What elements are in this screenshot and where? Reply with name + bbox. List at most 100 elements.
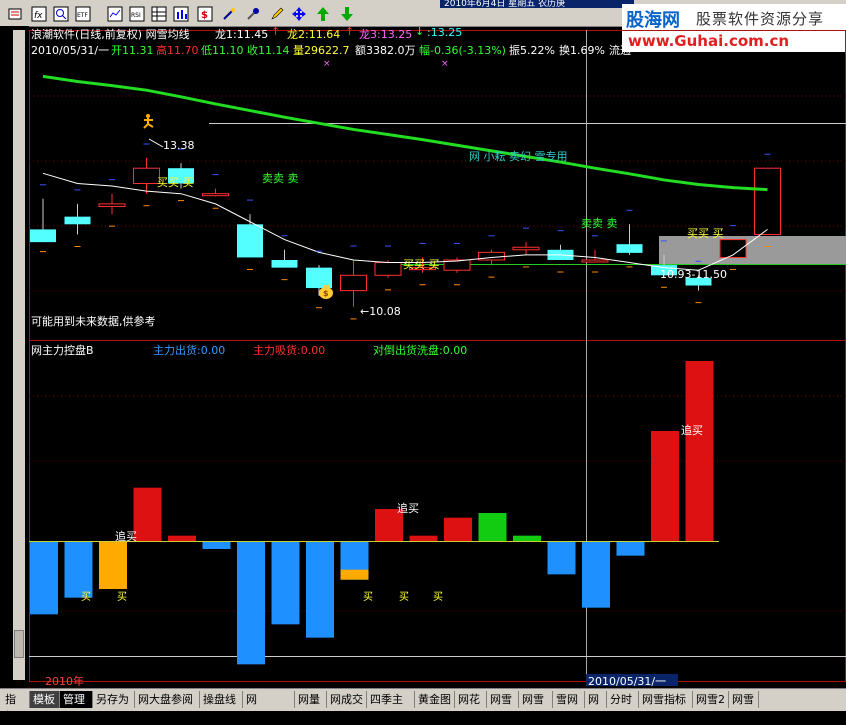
indicator-bar-red: [409, 535, 438, 541]
wand-icon[interactable]: [218, 3, 240, 25]
candle-body-up: [754, 167, 781, 235]
low-price-label: ←10.08: [360, 305, 401, 318]
indicator-bar-blue: [547, 541, 576, 575]
long1-label: 龙1:11.45: [215, 28, 269, 41]
sell-icon[interactable]: $: [194, 3, 216, 25]
tab-4[interactable]: 网大盘参阅: [135, 691, 200, 708]
tab-2[interactable]: 管理: [60, 691, 93, 708]
indicator-bar-red: [685, 361, 714, 541]
long2-label: 龙2:11.64: [287, 28, 341, 41]
date-bar: 2010年6月4日 星期五 农历庚: [440, 0, 634, 8]
pen-icon[interactable]: [266, 3, 288, 25]
tab-14[interactable]: 雪网: [553, 691, 585, 708]
move-icon[interactable]: [288, 3, 310, 25]
buy-small-2: 买: [117, 591, 127, 603]
indicator-bar-blue: [616, 541, 645, 556]
indicator-bar-blue: [306, 541, 334, 638]
buy-small-1: 买: [81, 591, 91, 603]
down-arrow-icon[interactable]: [336, 3, 358, 25]
long3-down-icon: ↓: [415, 25, 425, 38]
tab-17[interactable]: 网雪指标: [639, 691, 693, 708]
bar-chart-icon[interactable]: [170, 3, 192, 25]
indicator-bar-green: [513, 535, 541, 541]
range-price-label: 10.93-11.50: [660, 268, 727, 281]
indicator-bar-blue: [271, 541, 300, 625]
vertical-scrollbar[interactable]: [13, 30, 25, 680]
long1-up-icon: ↑: [271, 25, 281, 38]
chart-svg[interactable]: 13.38 ←10.08 10.93-11.50 网 小耘 卖幻 雪专用 买买 …: [29, 26, 846, 688]
tab-6[interactable]: 网RSIKDJ: [243, 691, 295, 723]
quote-change: 幅-0.36(-3.13%): [419, 44, 506, 57]
tab-9[interactable]: 四季主图: [367, 691, 415, 723]
marker-x-2: ×: [441, 59, 449, 69]
tab-15[interactable]: 网: [585, 691, 607, 708]
rsi-icon[interactable]: RSI: [126, 3, 148, 25]
indicator-bar-blue: [30, 541, 58, 615]
tab-1[interactable]: 模板: [30, 691, 60, 708]
scrollbar-thumb[interactable]: [14, 630, 24, 658]
tab-18[interactable]: 网雪2: [693, 691, 729, 708]
tab-12[interactable]: 网雪: [487, 691, 519, 708]
indicator-bar-green: [478, 513, 507, 541]
tab-10[interactable]: 黄金图: [415, 691, 455, 708]
cursor-date-label: 2010/05/31/一: [588, 675, 666, 686]
tab-3[interactable]: 另存为: [93, 691, 135, 708]
indicator-bar-red: [133, 487, 162, 541]
buy-small-3: 买: [363, 591, 373, 603]
svg-text:ETF: ETF: [77, 12, 88, 19]
chart-icon[interactable]: [104, 3, 126, 25]
indicator-wash-label: 对倒出货洗盘:0.00: [373, 343, 467, 357]
tab-16[interactable]: 分时: [607, 691, 639, 708]
quote-high: 高11.70: [156, 44, 199, 57]
sell-signal-1: 卖卖 卖: [262, 172, 299, 185]
tab-5[interactable]: 操盘线: [200, 691, 243, 708]
candle-body-down: [64, 216, 91, 225]
chart-area[interactable]: 13.38 ←10.08 10.93-11.50 网 小耘 卖幻 雪专用 买买 …: [29, 25, 846, 688]
app-title: 浪潮软件(日线,前复权) 网雪均线: [31, 28, 190, 41]
tab-11[interactable]: 网花: [455, 691, 487, 708]
indicator-bar-orange: [99, 541, 127, 589]
runner-icon: [143, 114, 154, 129]
etf-icon[interactable]: ETF: [72, 3, 94, 25]
quote-turnover: 换1.69%: [559, 44, 605, 57]
indicator-bar-blue: [237, 541, 265, 665]
candle-body-up: [512, 246, 540, 251]
tab-0[interactable]: 指标: [2, 691, 30, 723]
svg-text:RSI: RSI: [131, 12, 141, 19]
tab-8[interactable]: 网成交: [327, 691, 367, 708]
high-arrow: [148, 138, 164, 148]
indicator-out-label: 主力出货:0.00: [153, 343, 225, 357]
pin-icon[interactable]: [242, 3, 264, 25]
indicator-bar-blue: [202, 541, 231, 549]
grid-icon[interactable]: [148, 3, 170, 25]
indicator-bar-blue: [582, 541, 610, 608]
ma-white-line: [42, 172, 768, 271]
indicator-name: 网主力控盘B: [31, 343, 94, 357]
quote-amplitude: 振5.22%: [509, 44, 555, 57]
buy-signal-2: 买买 买: [403, 258, 440, 271]
candle-body-up: [98, 203, 126, 207]
tab-7[interactable]: 网量: [295, 691, 327, 708]
chase-label-1: 追买: [115, 529, 137, 543]
indicator-bar-orange: [340, 569, 369, 580]
indicator-in-label: 主力吸货:0.00: [253, 343, 325, 357]
tab-13[interactable]: 网雪1: [519, 691, 553, 723]
candle-body-down: [30, 229, 56, 243]
quote-close: 收11.14: [247, 44, 290, 57]
fx-icon[interactable]: fx: [28, 3, 50, 25]
long3-label: 龙3:13.25: [359, 28, 413, 41]
footnote: 可能用到未来数据,供参考: [31, 314, 156, 328]
long4-label: :13.25: [427, 26, 463, 39]
chase-label-2: 追买: [397, 501, 419, 515]
candle-body-up: [581, 259, 609, 263]
candle-body-down: [237, 224, 263, 258]
tab-19[interactable]: 网雪: [729, 691, 759, 708]
quote-low: 低11.10: [201, 44, 244, 57]
quote-float: 流通: [609, 44, 631, 57]
svg-text:fx: fx: [34, 11, 43, 21]
candle-body-up: [374, 262, 402, 276]
search-icon[interactable]: [50, 3, 72, 25]
buy-small-4: 买: [399, 591, 409, 603]
up-arrow-icon[interactable]: [312, 3, 334, 25]
menu-icon[interactable]: [4, 3, 26, 25]
